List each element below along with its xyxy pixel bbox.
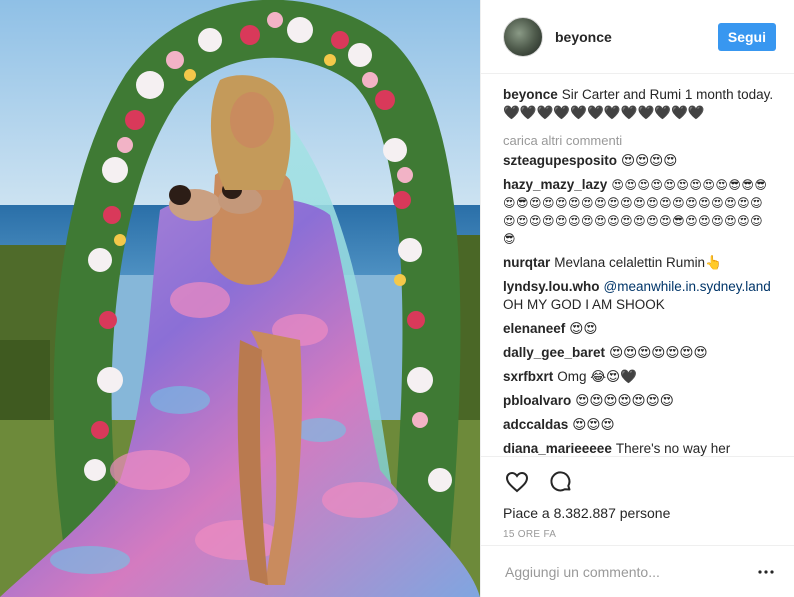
comment-text: 😍😍😍😍😍😍😍 bbox=[609, 345, 708, 360]
comment-text: 😍😍😍😍😍😍😍 bbox=[575, 393, 674, 408]
action-buttons bbox=[503, 465, 772, 499]
avatar[interactable] bbox=[503, 16, 543, 57]
author-username[interactable]: beyonce bbox=[555, 29, 718, 45]
comment: dally_gee_baret 😍😍😍😍😍😍😍 bbox=[503, 344, 776, 362]
comment: sxrfbxrt Omg 😂😍🖤 bbox=[503, 368, 776, 386]
comment-text: There's no way her bbox=[615, 441, 731, 456]
add-comment-input[interactable] bbox=[503, 562, 756, 581]
post-caption: beyonce Sir Carter and Rumi 1 month today… bbox=[503, 86, 776, 122]
comments-list[interactable]: beyonce Sir Carter and Rumi 1 month today… bbox=[503, 86, 776, 456]
comment-username[interactable]: szteagupesposito bbox=[503, 153, 617, 168]
comment-text: OH MY GOD I AM SHOOK bbox=[503, 297, 665, 312]
caption-username[interactable]: beyonce bbox=[503, 87, 558, 102]
comment-text: 😍😍😍 bbox=[572, 417, 615, 432]
comment: elenaneef 😍😍 bbox=[503, 320, 776, 338]
post-actions-section: Piace a 8.382.887 persone 15 ORE FA bbox=[481, 456, 794, 540]
comment-mention-link[interactable]: @meanwhile.in.sydney.land bbox=[604, 279, 771, 294]
follow-button[interactable]: Segui bbox=[717, 22, 776, 51]
comment-username[interactable]: hazy_mazy_lazy bbox=[503, 177, 607, 192]
more-options-icon[interactable] bbox=[756, 562, 776, 582]
comment-username[interactable]: elenaneef bbox=[503, 321, 565, 336]
post-photo-illustration bbox=[0, 0, 480, 597]
comment: szteagupesposito 😍😍😍😍 bbox=[503, 152, 776, 170]
comment: lyndsy.lou.who @meanwhile.in.sydney.land O… bbox=[503, 278, 776, 314]
comment-username[interactable]: nurqtar bbox=[503, 255, 550, 270]
comment-text: 😍😍😍😍 bbox=[621, 153, 678, 168]
comment: diana_marieeeee There's no way her bbox=[503, 440, 776, 456]
comment-username[interactable]: adccaldas bbox=[503, 417, 568, 432]
add-comment-form bbox=[481, 545, 794, 597]
comment-username[interactable]: sxrfbxrt bbox=[503, 369, 553, 384]
load-more-comments-link[interactable]: carica altri commenti bbox=[503, 132, 776, 150]
comment-text: Mevlana celalettin Rumin👆 bbox=[554, 255, 722, 270]
comment-username[interactable]: diana_marieeeee bbox=[503, 441, 612, 456]
post-timestamp[interactable]: 15 ORE FA bbox=[503, 529, 772, 540]
comment: adccaldas 😍😍😍 bbox=[503, 416, 776, 434]
post-photo[interactable] bbox=[0, 0, 480, 597]
post-header: beyonce Segui bbox=[481, 0, 794, 74]
comment: hazy_mazy_lazy 😍😍😍😍😍😍😍😍😍😎😎😎😍😎😍😍😍😍😍😍😍😍😍😍😍😍… bbox=[503, 176, 776, 248]
comment-bubble-icon[interactable] bbox=[547, 468, 575, 496]
comment-username[interactable]: pbloalvaro bbox=[503, 393, 571, 408]
comment: nurqtar Mevlana celalettin Rumin👆 bbox=[503, 254, 776, 272]
likes-count[interactable]: Piace a 8.382.887 persone bbox=[503, 505, 772, 521]
comment: pbloalvaro 😍😍😍😍😍😍😍 bbox=[503, 392, 776, 410]
comment-username[interactable]: lyndsy.lou.who bbox=[503, 279, 600, 294]
comment-text: Omg 😂😍🖤 bbox=[557, 369, 637, 384]
post-sidebar: beyonce Segui beyonce Sir Carter and Rumi… bbox=[480, 0, 794, 597]
comment-username[interactable]: dally_gee_baret bbox=[503, 345, 605, 360]
like-heart-icon[interactable] bbox=[503, 468, 531, 496]
instagram-post: beyonce Segui beyonce Sir Carter and Rumi… bbox=[0, 0, 794, 597]
comment-text: 😍😍 bbox=[569, 321, 598, 336]
